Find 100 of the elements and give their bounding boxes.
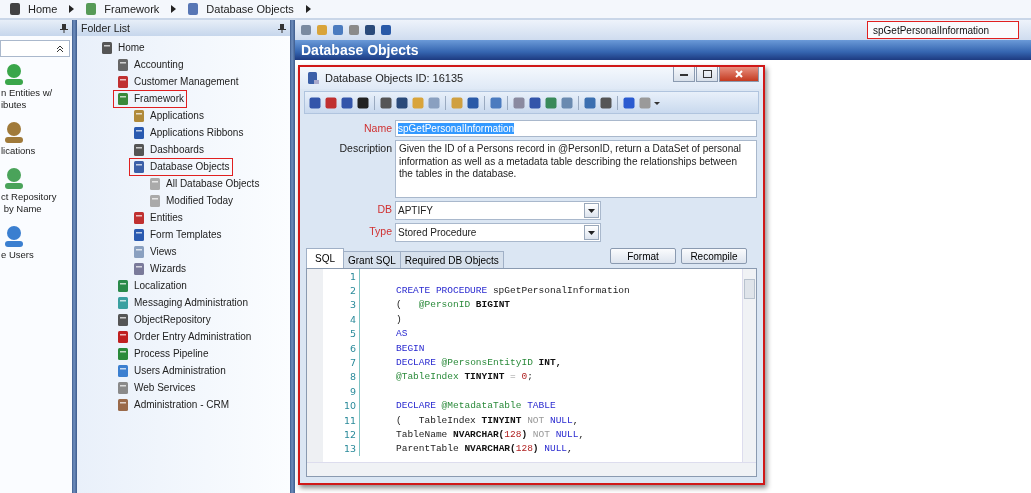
- line-number: 10: [323, 398, 360, 413]
- tree-item[interactable]: Customer Management: [113, 72, 242, 91]
- action-button[interactable]: Recompile: [681, 248, 747, 264]
- tree-item-icon: [116, 363, 130, 378]
- tree-item-icon: [148, 176, 162, 191]
- toolbar-icon[interactable]: [308, 95, 322, 110]
- tree-item-icon: [132, 261, 146, 276]
- line-number: 6: [323, 340, 360, 356]
- maximize-icon: [702, 70, 712, 78]
- tab[interactable]: SQL: [306, 248, 344, 268]
- pin-icon[interactable]: [60, 23, 68, 33]
- tree-item[interactable]: Web Services: [113, 378, 199, 397]
- overflow-icon[interactable]: [654, 99, 660, 106]
- maximize-button[interactable]: [696, 67, 718, 82]
- line-number: 5: [323, 326, 360, 341]
- close-button[interactable]: [719, 67, 759, 82]
- tree-item-icon: [116, 329, 130, 344]
- tree-item[interactable]: Views: [129, 242, 180, 261]
- tree-item[interactable]: Database Objects: [129, 157, 233, 176]
- tree-item-icon: [132, 159, 146, 174]
- dropdown-field[interactable]: Stored Procedure: [395, 223, 601, 242]
- tree-item[interactable]: Form Templates: [129, 225, 225, 244]
- nav-item-label[interactable]: e Users: [1, 249, 72, 261]
- tree-item[interactable]: Order Entry Administration: [113, 327, 255, 346]
- tree-item[interactable]: Administration - CRM: [113, 395, 233, 414]
- tree-item[interactable]: ObjectRepository: [113, 310, 214, 329]
- tree-item-icon: [116, 74, 130, 89]
- tree-item-icon: [116, 312, 130, 327]
- tree-item[interactable]: Framework: [113, 89, 187, 108]
- toolbar-icon[interactable]: [379, 95, 393, 110]
- caret-icon[interactable]: [69, 5, 75, 13]
- toolbar-icon[interactable]: [395, 95, 409, 110]
- breadcrumb-icon: [84, 2, 99, 16]
- caret-icon[interactable]: [171, 5, 177, 13]
- line-number: 3: [323, 297, 360, 313]
- code-line: ParentTable NVARCHAR(128) NULL,: [396, 443, 573, 455]
- tree-item[interactable]: Localization: [113, 276, 190, 295]
- tree-item-icon: [116, 380, 130, 395]
- description-field[interactable]: Given the ID of a Persons record in @PersonID, return a DataSet of personal information as well as a metadata table describing the relationships between the tables in the database.: [395, 140, 757, 198]
- collapse-icon[interactable]: [56, 44, 64, 53]
- nav-item-label[interactable]: ct Repository by Name: [1, 191, 72, 215]
- toolbar-icon[interactable]: [379, 23, 393, 37]
- tree-item[interactable]: Wizards: [129, 259, 190, 278]
- toolbar-icon[interactable]: [356, 95, 370, 110]
- tree-item[interactable]: All Database Objects: [145, 174, 263, 193]
- tree-item[interactable]: Home: [97, 38, 148, 57]
- tree-item[interactable]: Dashboards: [129, 140, 207, 159]
- breadcrumb-item[interactable]: Home: [28, 3, 58, 15]
- tree-item-icon: [132, 108, 146, 123]
- dropdown-field[interactable]: APTIFY: [395, 201, 601, 220]
- toolbar-icon[interactable]: [363, 23, 377, 37]
- toolbar-icon[interactable]: [599, 95, 613, 110]
- nav-item-label[interactable]: lications: [1, 145, 72, 157]
- toolbar-icon[interactable]: [528, 95, 542, 110]
- tab[interactable]: Required DB Objects: [399, 251, 504, 268]
- code-line: DECLARE @MetadataTable TABLE: [396, 400, 556, 412]
- pin-icon[interactable]: [278, 23, 286, 33]
- tab[interactable]: Grant SQL: [343, 251, 401, 268]
- field-label: DB: [376, 202, 393, 215]
- tree-item[interactable]: Modified Today: [145, 191, 237, 210]
- line-number: 4: [323, 312, 360, 327]
- line-number: 13: [323, 441, 360, 457]
- horizontal-scrollbar[interactable]: [307, 462, 756, 476]
- breadcrumb-icon: [8, 2, 22, 16]
- dialog-title: Database Objects ID: 16135: [325, 72, 464, 84]
- action-button[interactable]: Format: [610, 248, 676, 264]
- line-number: 12: [323, 427, 360, 442]
- tree-item-icon: [116, 295, 130, 310]
- breadcrumb-icon: [186, 2, 201, 16]
- tree-item[interactable]: Process Pipeline: [113, 344, 212, 363]
- record-search-field[interactable]: spGetPersonalInformation: [867, 21, 1019, 39]
- tree-item-icon: [116, 397, 130, 412]
- tree-item[interactable]: Users Administration: [113, 361, 229, 380]
- dropdown-arrow-icon[interactable]: [588, 230, 595, 235]
- code-line: ): [396, 313, 402, 325]
- minimize-button[interactable]: [673, 67, 695, 82]
- code-line: AS: [396, 328, 408, 340]
- caret-icon[interactable]: [305, 5, 311, 13]
- search-field[interactable]: [0, 40, 70, 57]
- view-title-bar: Database Objects: [295, 40, 1031, 60]
- breadcrumb-item[interactable]: Database Objects: [206, 3, 294, 15]
- code-line: BEGIN: [396, 342, 425, 354]
- vertical-scrollbar[interactable]: [742, 269, 756, 462]
- tree-item-icon: [132, 244, 146, 259]
- tree-item[interactable]: Applications Ribbons: [129, 123, 247, 142]
- close-icon: [735, 70, 743, 78]
- toolbar-icon[interactable]: [340, 95, 354, 110]
- nav-item-label[interactable]: n Entities w/ ibutes: [1, 87, 72, 111]
- tree-item[interactable]: Messaging Administration: [113, 293, 251, 312]
- dropdown-arrow-icon[interactable]: [588, 208, 595, 213]
- tree-item[interactable]: Entities: [129, 208, 186, 227]
- tree-item[interactable]: Applications: [129, 106, 207, 125]
- tree-item-icon: [132, 142, 146, 157]
- tree-item[interactable]: Accounting: [113, 55, 187, 74]
- minimize-icon: [680, 72, 688, 76]
- tree-item-icon: [116, 346, 130, 361]
- code-editor[interactable]: [306, 268, 757, 477]
- code-line: TableName NVARCHAR(128) NOT NULL,: [396, 429, 585, 440]
- breadcrumb-item[interactable]: Framework: [104, 3, 160, 15]
- code-line: DECLARE @PersonsEntityID INT,: [396, 357, 562, 369]
